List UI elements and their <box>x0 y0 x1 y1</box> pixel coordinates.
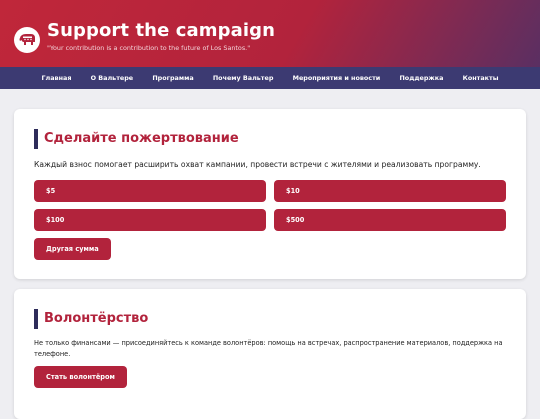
donate-title: Сделайте пожертвование <box>34 129 239 149</box>
amount-button-10[interactable]: $10 <box>274 180 506 202</box>
volunteer-title: Волонтёрство <box>34 309 148 329</box>
nav-item-program[interactable]: Программа <box>143 74 204 82</box>
amount-button-500[interactable]: $500 <box>274 209 506 231</box>
amount-button-100[interactable]: $100 <box>34 209 266 231</box>
amount-button-5[interactable]: $5 <box>34 180 266 202</box>
become-volunteer-button[interactable]: Стать волонтёром <box>34 366 127 388</box>
donate-description: Каждый взнос помогает расширить охват ка… <box>34 160 481 169</box>
nav-item-events[interactable]: Мероприятия и новости <box>283 74 390 82</box>
main-nav: Главная О Вальтере Программа Почему Валь… <box>0 67 540 89</box>
nav-item-contacts[interactable]: Контакты <box>453 74 508 82</box>
volunteer-description: Не только финансами — присоединяйтесь к … <box>34 339 503 358</box>
elephant-icon[interactable] <box>14 27 40 53</box>
volunteer-card: Волонтёрство Не только финансами — присо… <box>14 289 526 419</box>
nav-item-support[interactable]: Поддержка <box>390 74 453 82</box>
site-tagline: "Your contribution is a contribution to … <box>47 44 251 52</box>
nav-item-home[interactable]: Главная <box>32 74 81 82</box>
other-amount-button[interactable]: Другая сумма <box>34 238 111 260</box>
nav-item-about[interactable]: О Вальтере <box>81 74 143 82</box>
donate-card: Сделайте пожертвование Каждый взнос помо… <box>14 109 526 279</box>
site-title: Support the campaign <box>47 20 276 41</box>
site-header: Support the campaign "Your contribution … <box>0 0 540 67</box>
nav-item-why[interactable]: Почему Вальтер <box>203 74 283 82</box>
